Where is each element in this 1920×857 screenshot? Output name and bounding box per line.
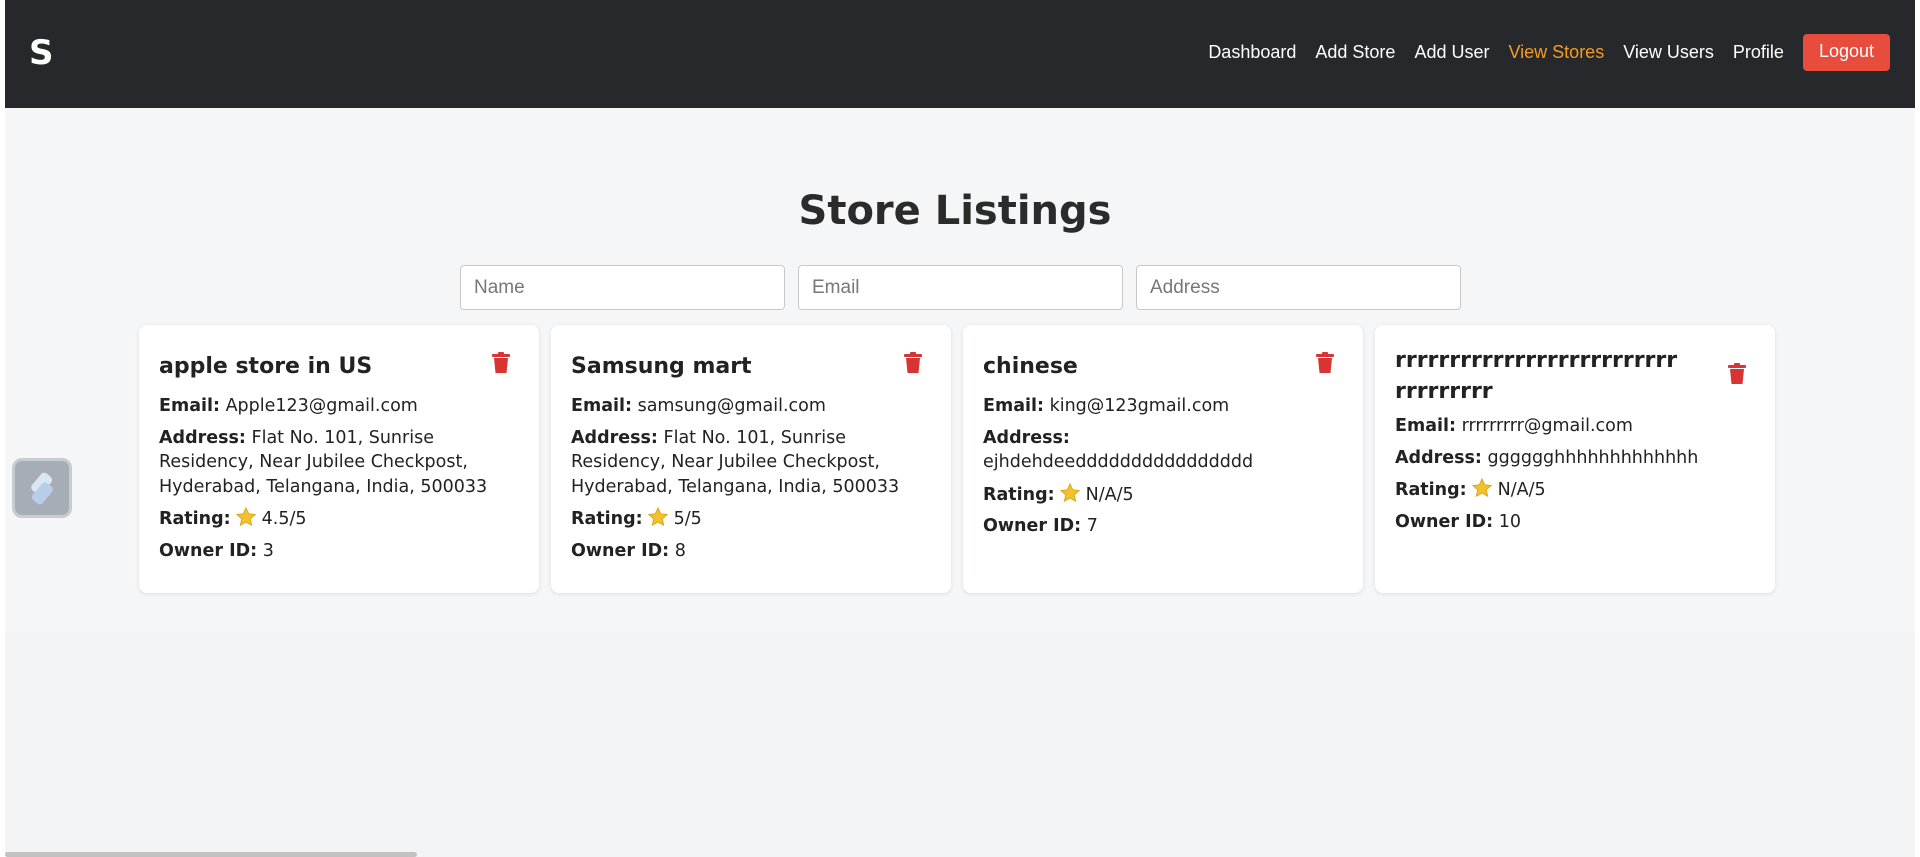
- store-rating-row: Rating: N/A/5: [1395, 477, 1755, 503]
- store-rating: N/A/5: [1497, 480, 1546, 500]
- address-label: Address:: [571, 427, 658, 448]
- trash-icon[interactable]: [1315, 352, 1335, 374]
- horizontal-scrollbar[interactable]: [5, 852, 417, 857]
- filter-bar: [460, 265, 1461, 310]
- store-address-row: Address: ejhdehdeedddddddddddddddd: [983, 426, 1343, 475]
- store-owner-row: Owner ID: 8: [571, 539, 931, 564]
- store-name: Samsung mart: [571, 354, 752, 379]
- store-email-row: Email: Apple123@gmail.com: [159, 394, 519, 419]
- page-title: Store Listings: [798, 188, 1112, 234]
- store-card: rrrrrrrrrrrrrrrrrrrrrrrrrrrrrrrrrrr Emai…: [1375, 325, 1775, 593]
- owner-id-label: Owner ID:: [159, 540, 258, 561]
- star-icon: [1059, 482, 1080, 502]
- store-owner-row: Owner ID: 7: [983, 514, 1343, 539]
- store-card: apple store in US Email: Apple123@gmail.…: [139, 325, 539, 593]
- email-label: Email:: [1395, 416, 1456, 436]
- store-owner-id: 3: [262, 540, 274, 561]
- store-owner-id: 10: [1498, 511, 1521, 532]
- navbar: S Dashboard Add Store Add User View Stor…: [5, 0, 1915, 108]
- store-address: gggggghhhhhhhhhhhhh: [1487, 447, 1699, 468]
- rating-label: Rating:: [983, 484, 1055, 505]
- store-owner-row: Owner ID: 10: [1395, 510, 1755, 535]
- nav-link-add-store[interactable]: Add Store: [1315, 42, 1395, 63]
- logout-button[interactable]: Logout: [1802, 34, 1890, 71]
- store-name: rrrrrrrrrrrrrrrrrrrrrrrrrrrrrrrrrrr: [1395, 348, 1678, 404]
- store-name: chinese: [983, 354, 1078, 379]
- store-email-row: Email: rrrrrrrrr@gmail.com: [1395, 414, 1755, 439]
- extension-widget[interactable]: [12, 458, 72, 518]
- star-icon: [1471, 477, 1492, 498]
- store-email-row: Email: king@123gmail.com: [983, 394, 1343, 419]
- store-rating-row: Rating: 4.5/5: [159, 506, 519, 532]
- email-label: Email:: [983, 396, 1044, 416]
- nav-link-view-stores[interactable]: View Stores: [1508, 42, 1604, 63]
- address-label: Address:: [983, 427, 1070, 448]
- email-label: Email:: [571, 396, 632, 416]
- name-filter-input[interactable]: [460, 265, 785, 310]
- store-email: king@123gmail.com: [1049, 396, 1230, 416]
- store-rating: N/A/5: [1085, 484, 1134, 505]
- brand-logo[interactable]: S: [29, 36, 54, 70]
- store-card: Samsung mart Email: samsung@gmail.com Ad…: [551, 325, 951, 593]
- store-owner-id: 8: [674, 540, 686, 561]
- store-rating: 5/5: [673, 509, 702, 529]
- store-email: Apple123@gmail.com: [225, 396, 418, 416]
- nav-link-view-users[interactable]: View Users: [1623, 42, 1714, 63]
- address-filter-input[interactable]: [1136, 265, 1461, 310]
- store-card: chinese Email: king@123gmail.com Address…: [963, 325, 1363, 593]
- rating-label: Rating:: [571, 509, 643, 529]
- owner-id-label: Owner ID:: [1395, 511, 1494, 532]
- trash-icon[interactable]: [1727, 363, 1747, 385]
- store-email: samsung@gmail.com: [637, 396, 826, 416]
- star-icon: [235, 506, 256, 527]
- email-label: Email:: [159, 396, 220, 416]
- store-card-list: apple store in US Email: Apple123@gmail.…: [139, 325, 1775, 593]
- store-email-row: Email: samsung@gmail.com: [571, 394, 931, 419]
- store-owner-id: 7: [1086, 516, 1098, 536]
- rating-label: Rating:: [159, 509, 231, 529]
- store-rating: 4.5/5: [261, 509, 307, 529]
- email-filter-input[interactable]: [798, 265, 1123, 310]
- address-label: Address:: [1395, 447, 1482, 468]
- nav-link-profile[interactable]: Profile: [1733, 42, 1784, 63]
- trash-icon[interactable]: [491, 352, 511, 374]
- store-address-row: Address: Flat No. 101, Sunrise Residency…: [159, 426, 519, 500]
- store-name: apple store in US: [159, 354, 373, 379]
- extension-icon: [31, 472, 53, 505]
- nav-links: Dashboard Add Store Add User View Stores…: [1208, 34, 1890, 71]
- nav-link-dashboard[interactable]: Dashboard: [1208, 42, 1296, 63]
- trash-icon[interactable]: [903, 352, 923, 374]
- store-rating-row: Rating: 5/5: [571, 506, 931, 532]
- store-address-row: Address: Flat No. 101, Sunrise Residency…: [571, 426, 931, 500]
- nav-link-add-user[interactable]: Add User: [1414, 42, 1489, 63]
- star-icon: [647, 506, 668, 527]
- address-label: Address:: [159, 427, 246, 448]
- owner-id-label: Owner ID:: [983, 516, 1082, 536]
- store-rating-row: Rating: N/A/5: [983, 482, 1343, 508]
- store-owner-row: Owner ID: 3: [159, 539, 519, 564]
- store-address: ejhdehdeedddddddddddddddd: [983, 452, 1254, 472]
- store-address-row: Address: gggggghhhhhhhhhhhhh: [1395, 446, 1755, 471]
- store-email: rrrrrrrrr@gmail.com: [1461, 416, 1633, 436]
- owner-id-label: Owner ID:: [571, 540, 670, 561]
- rating-label: Rating:: [1395, 480, 1467, 500]
